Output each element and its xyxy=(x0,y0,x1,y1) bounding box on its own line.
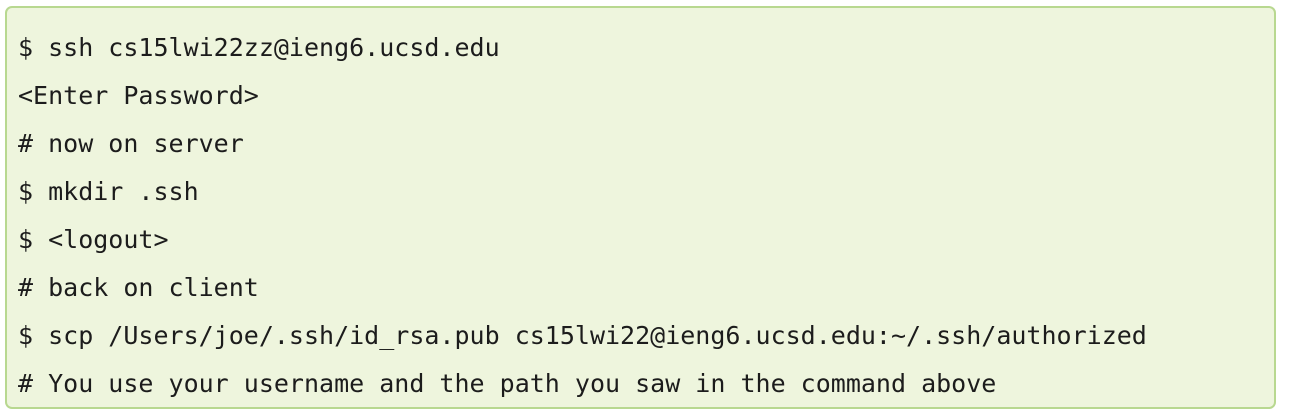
code-line-comment-client: # back on client xyxy=(18,273,259,302)
code-line-enter-password: <Enter Password> xyxy=(18,81,259,110)
code-line-comment-username: # You use your username and the path you… xyxy=(18,369,997,398)
code-line-logout: $ <logout> xyxy=(18,225,169,254)
code-line-scp-command: $ scp /Users/joe/.ssh/id_rsa.pub cs15lwi… xyxy=(18,321,1147,350)
code-block: $ ssh cs15lwi22zz@ieng6.ucsd.edu <Enter … xyxy=(5,6,1276,409)
code-line-mkdir-command: $ mkdir .ssh xyxy=(18,177,199,206)
code-line-ssh-command: $ ssh cs15lwi22zz@ieng6.ucsd.edu xyxy=(18,33,500,62)
code-lines: $ ssh cs15lwi22zz@ieng6.ucsd.edu <Enter … xyxy=(18,24,1274,407)
code-line-comment-server: # now on server xyxy=(18,129,244,158)
